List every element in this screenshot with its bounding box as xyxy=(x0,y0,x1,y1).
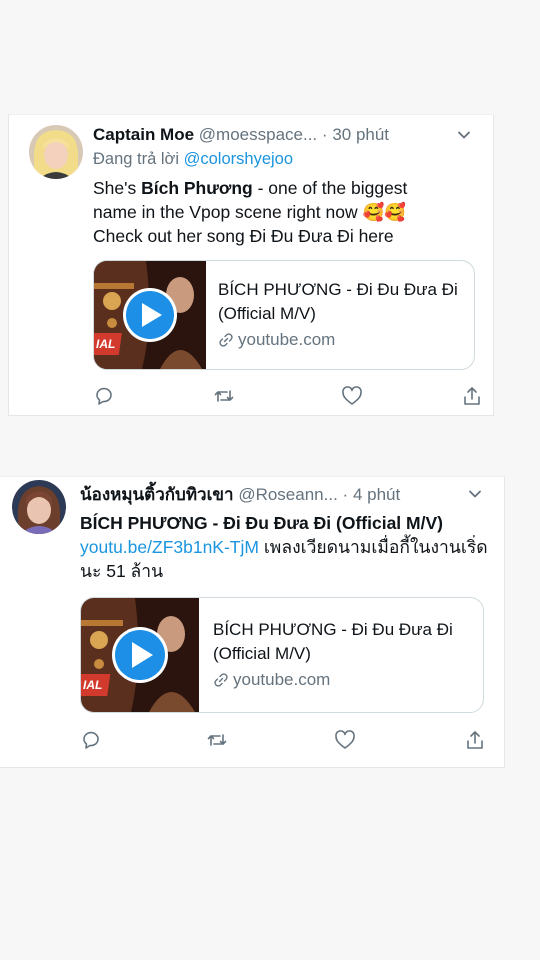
card-domain-row: youtube.com xyxy=(213,670,473,690)
like-icon[interactable] xyxy=(334,729,356,751)
share-icon[interactable] xyxy=(461,385,483,407)
video-thumbnail[interactable]: IAL xyxy=(94,261,206,369)
card-domain: youtube.com xyxy=(233,670,331,689)
tweet-timestamp[interactable]: 30 phút xyxy=(332,125,389,144)
video-thumbnail[interactable]: IAL xyxy=(81,598,199,712)
tweet-text: She's Bích Phương - one of the biggest n… xyxy=(93,176,453,248)
author-handle[interactable]: @moesspace... xyxy=(199,125,317,144)
reply-icon[interactable] xyxy=(93,385,115,407)
reply-icon[interactable] xyxy=(80,729,102,751)
tweet-timestamp[interactable]: 4 phút xyxy=(353,485,400,504)
thumbnail-label: IAL xyxy=(96,337,116,351)
avatar[interactable] xyxy=(12,480,66,534)
emoji: 🥰🥰 xyxy=(362,202,407,222)
author-name[interactable]: Captain Moe xyxy=(93,125,194,144)
tweet[interactable]: Captain Moe @moesspace... · 30 phút Đang… xyxy=(8,114,494,416)
separator-dot: · xyxy=(342,485,349,504)
card-title[interactable]: BÍCH PHƯƠNG - Đi Đu Đưa Đi (Official M/V… xyxy=(218,278,464,326)
tweet-actions xyxy=(93,385,483,409)
retweet-icon[interactable] xyxy=(206,729,228,751)
card-title[interactable]: BÍCH PHƯƠNG - Đi Đu Đưa Đi (Official M/V… xyxy=(213,618,473,666)
reply-mention[interactable]: @colorshyejoo xyxy=(184,150,293,168)
reply-prefix: Đang trả lời xyxy=(93,150,180,168)
card-domain: youtube.com xyxy=(238,330,336,349)
retweet-icon[interactable] xyxy=(213,385,235,407)
tweet-actions xyxy=(80,729,490,753)
link-icon xyxy=(214,673,228,687)
card-domain-row: youtube.com xyxy=(218,330,464,350)
link-preview-card[interactable]: IAL BÍCH PHƯƠNG - Đi Đu Đưa Đi (Official… xyxy=(80,597,484,713)
tweet-text-part: She's xyxy=(93,178,142,198)
author-name[interactable]: น้องหมุนติ้วกับทิวเขา xyxy=(80,485,234,504)
link-preview-card[interactable]: IAL BÍCH PHƯƠNG - Đi Đu Đưa Đi (Official… xyxy=(93,260,475,370)
author-handle[interactable]: @Roseann... xyxy=(238,485,337,504)
chevron-down-icon[interactable] xyxy=(468,487,482,501)
tweet-text-part: Check out her song Đi Đu Đưa Đi here xyxy=(93,226,394,246)
avatar[interactable] xyxy=(29,125,83,179)
link-icon xyxy=(219,333,233,347)
tweet-link[interactable]: youtu.be/ZF3b1nK-TjM xyxy=(80,537,259,557)
share-icon[interactable] xyxy=(464,729,486,751)
tweet-text-bold: Bích Phương xyxy=(141,178,253,198)
tweet[interactable]: น้องหมุนติ้วกับทิวเขา @Roseann... · 4 ph… xyxy=(0,476,505,768)
separator-dot: · xyxy=(321,125,328,144)
reply-context: Đang trả lời @colorshyejoo xyxy=(93,150,293,169)
tweet-text-bold: BÍCH PHƯƠNG - Đi Đu Đưa Đi (Official M/V… xyxy=(80,513,443,533)
tweet-text: BÍCH PHƯƠNG - Đi Đu Đưa Đi (Official M/V… xyxy=(80,511,490,583)
like-icon[interactable] xyxy=(341,385,363,407)
chevron-down-icon[interactable] xyxy=(457,128,471,142)
thumbnail-label: IAL xyxy=(83,678,103,692)
